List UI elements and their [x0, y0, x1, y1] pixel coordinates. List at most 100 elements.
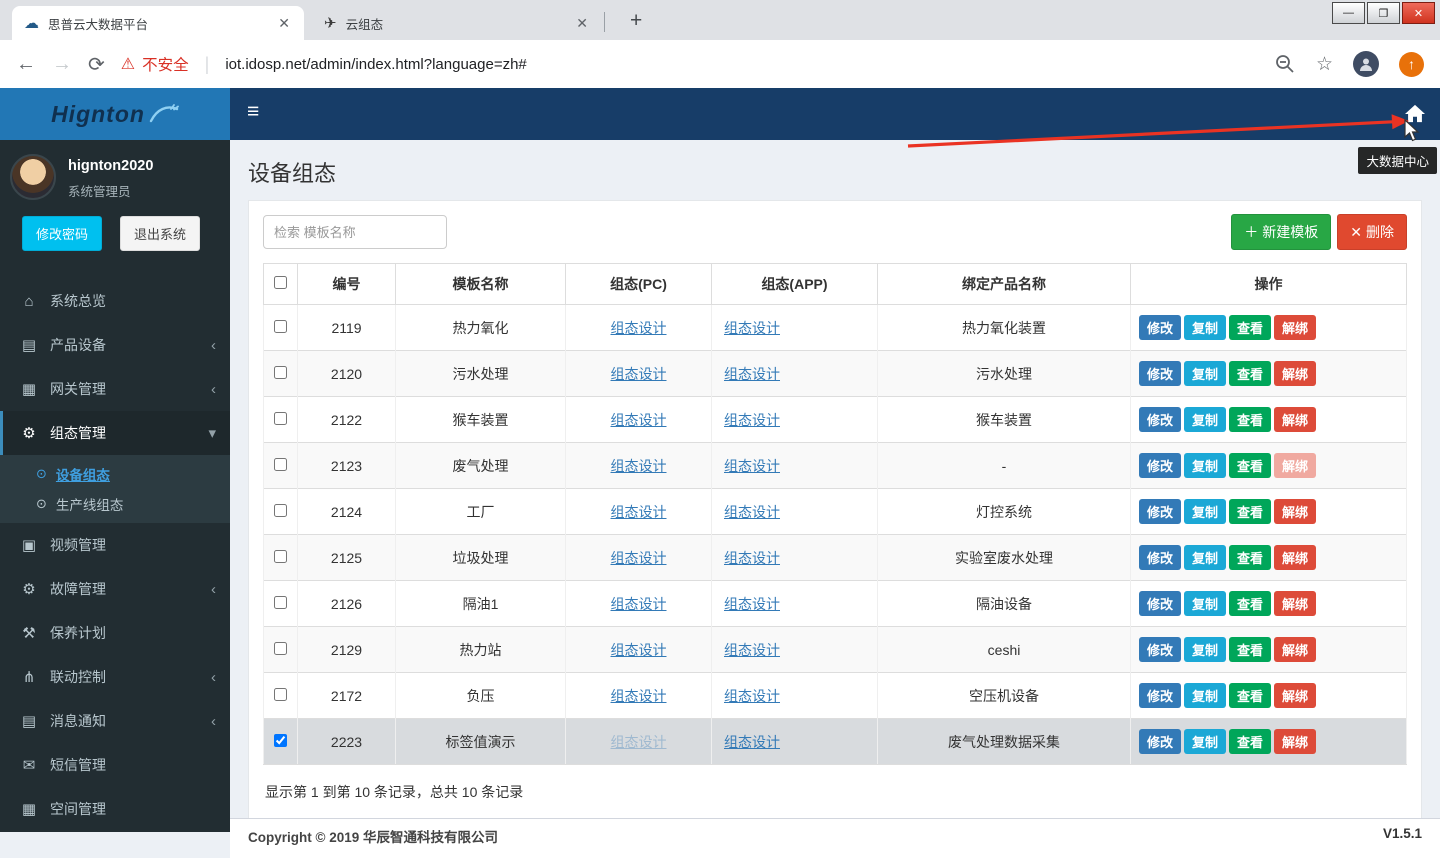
action-copy-button[interactable]: 复制 — [1184, 545, 1226, 570]
app-config-link[interactable]: 组态设计 — [724, 734, 780, 750]
app-config-link[interactable]: 组态设计 — [724, 504, 780, 520]
sidebar-item-空间管理[interactable]: ▦空间管理 — [0, 787, 230, 831]
action-view-button[interactable]: 查看 — [1229, 545, 1271, 570]
action-unbind-button[interactable]: 解绑 — [1274, 315, 1316, 340]
action-view-button[interactable]: 查看 — [1229, 637, 1271, 662]
app-config-link[interactable]: 组态设计 — [724, 320, 780, 336]
bookmark-star-icon[interactable]: ☆ — [1316, 53, 1333, 76]
search-input[interactable] — [263, 215, 447, 249]
action-unbind-button[interactable]: 解绑 — [1274, 683, 1316, 708]
pc-config-link[interactable]: 组态设计 — [611, 642, 667, 658]
row-checkbox[interactable] — [274, 366, 287, 379]
app-config-link[interactable]: 组态设计 — [724, 412, 780, 428]
sidebar-subitem-生产线组态[interactable]: ⊙生产线组态 — [0, 489, 230, 519]
zoom-icon[interactable] — [1274, 53, 1296, 75]
new-template-button[interactable]: ＋ 新建模板 — [1231, 214, 1331, 250]
action-edit-button[interactable]: 修改 — [1139, 499, 1181, 524]
sidebar-item-视频管理[interactable]: ▣视频管理 — [0, 523, 230, 567]
action-copy-button[interactable]: 复制 — [1184, 591, 1226, 616]
pc-config-link[interactable]: 组态设计 — [611, 734, 667, 750]
change-password-button[interactable]: 修改密码 — [22, 216, 102, 251]
action-copy-button[interactable]: 复制 — [1184, 729, 1226, 754]
sidebar-subitem-设备组态[interactable]: ⊙设备组态 — [0, 459, 230, 489]
refresh-icon[interactable]: ⟳ — [88, 52, 105, 77]
app-config-link[interactable]: 组态设计 — [724, 550, 780, 566]
row-checkbox[interactable] — [274, 504, 287, 517]
sidebar-item-短信管理[interactable]: ✉短信管理 — [0, 743, 230, 787]
action-view-button[interactable]: 查看 — [1229, 315, 1271, 340]
sidebar-item-消息通知[interactable]: ▤消息通知‹ — [0, 699, 230, 743]
action-unbind-button[interactable]: 解绑 — [1274, 545, 1316, 570]
pc-config-link[interactable]: 组态设计 — [611, 320, 667, 336]
action-copy-button[interactable]: 复制 — [1184, 683, 1226, 708]
back-icon[interactable]: ← — [16, 53, 36, 76]
pc-config-link[interactable]: 组态设计 — [611, 550, 667, 566]
sidebar-item-组态管理[interactable]: ⚙组态管理▾ — [0, 411, 230, 455]
action-edit-button[interactable]: 修改 — [1139, 361, 1181, 386]
sidebar-item-保养计划[interactable]: ⚒保养计划 — [0, 611, 230, 655]
pc-config-link[interactable]: 组态设计 — [611, 366, 667, 382]
action-unbind-button[interactable]: 解绑 — [1274, 407, 1316, 432]
action-copy-button[interactable]: 复制 — [1184, 637, 1226, 662]
forward-icon[interactable]: → — [52, 53, 72, 76]
action-view-button[interactable]: 查看 — [1229, 683, 1271, 708]
delete-button[interactable]: ✕ 删除 — [1337, 214, 1407, 250]
row-checkbox[interactable] — [274, 734, 287, 747]
maximize-button[interactable]: ❐ — [1367, 2, 1400, 24]
row-checkbox[interactable] — [274, 412, 287, 425]
security-warning[interactable]: ⚠ 不安全 — [121, 53, 189, 75]
action-view-button[interactable]: 查看 — [1229, 453, 1271, 478]
action-edit-button[interactable]: 修改 — [1139, 683, 1181, 708]
close-window-button[interactable]: ✕ — [1402, 2, 1435, 24]
browser-update-icon[interactable]: ↑ — [1399, 52, 1424, 77]
action-unbind-button[interactable]: 解绑 — [1274, 637, 1316, 662]
close-tab-icon[interactable]: ✕ — [574, 15, 590, 32]
action-view-button[interactable]: 查看 — [1229, 729, 1271, 754]
pc-config-link[interactable]: 组态设计 — [611, 412, 667, 428]
home-button[interactable] — [1396, 96, 1434, 132]
action-edit-button[interactable]: 修改 — [1139, 591, 1181, 616]
sidebar-item-故障管理[interactable]: ⚙故障管理‹ — [0, 567, 230, 611]
browser-tab-active[interactable]: ☁ 思普云大数据平台 ✕ — [12, 6, 304, 40]
action-edit-button[interactable]: 修改 — [1139, 315, 1181, 340]
action-edit-button[interactable]: 修改 — [1139, 729, 1181, 754]
row-checkbox[interactable] — [274, 320, 287, 333]
sidebar-item-网关管理[interactable]: ▦网关管理‹ — [0, 367, 230, 411]
action-edit-button[interactable]: 修改 — [1139, 637, 1181, 662]
action-copy-button[interactable]: 复制 — [1184, 315, 1226, 340]
minimize-button[interactable]: — — [1332, 2, 1365, 24]
pc-config-link[interactable]: 组态设计 — [611, 504, 667, 520]
app-config-link[interactable]: 组态设计 — [724, 688, 780, 704]
browser-tab-inactive[interactable]: ✈ 云组态 ✕ — [312, 6, 602, 40]
close-tab-icon[interactable]: ✕ — [276, 15, 292, 32]
row-checkbox[interactable] — [274, 550, 287, 563]
app-config-link[interactable]: 组态设计 — [724, 458, 780, 474]
row-checkbox[interactable] — [274, 642, 287, 655]
action-unbind-button[interactable]: 解绑 — [1274, 729, 1316, 754]
action-copy-button[interactable]: 复制 — [1184, 499, 1226, 524]
action-unbind-button[interactable]: 解绑 — [1274, 591, 1316, 616]
action-copy-button[interactable]: 复制 — [1184, 453, 1226, 478]
action-view-button[interactable]: 查看 — [1229, 407, 1271, 432]
action-unbind-button[interactable]: 解绑 — [1274, 499, 1316, 524]
action-view-button[interactable]: 查看 — [1229, 591, 1271, 616]
logout-button[interactable]: 退出系统 — [120, 216, 200, 251]
hignton-logo[interactable]: Hignton — [0, 88, 230, 140]
action-unbind-button[interactable]: 解绑 — [1274, 453, 1316, 478]
new-tab-button[interactable]: + — [622, 7, 650, 35]
action-edit-button[interactable]: 修改 — [1139, 545, 1181, 570]
action-copy-button[interactable]: 复制 — [1184, 407, 1226, 432]
pc-config-link[interactable]: 组态设计 — [611, 688, 667, 704]
action-view-button[interactable]: 查看 — [1229, 499, 1271, 524]
profile-avatar-icon[interactable] — [1353, 51, 1379, 77]
row-checkbox[interactable] — [274, 458, 287, 471]
url-text[interactable]: iot.idosp.net/admin/index.html?language=… — [225, 56, 526, 73]
sidebar-item-联动控制[interactable]: ⋔联动控制‹ — [0, 655, 230, 699]
select-all-checkbox[interactable] — [274, 276, 287, 289]
app-config-link[interactable]: 组态设计 — [724, 366, 780, 382]
row-checkbox[interactable] — [274, 688, 287, 701]
app-config-link[interactable]: 组态设计 — [724, 642, 780, 658]
action-edit-button[interactable]: 修改 — [1139, 407, 1181, 432]
sidebar-item-产品设备[interactable]: ▤产品设备‹ — [0, 323, 230, 367]
pc-config-link[interactable]: 组态设计 — [611, 596, 667, 612]
